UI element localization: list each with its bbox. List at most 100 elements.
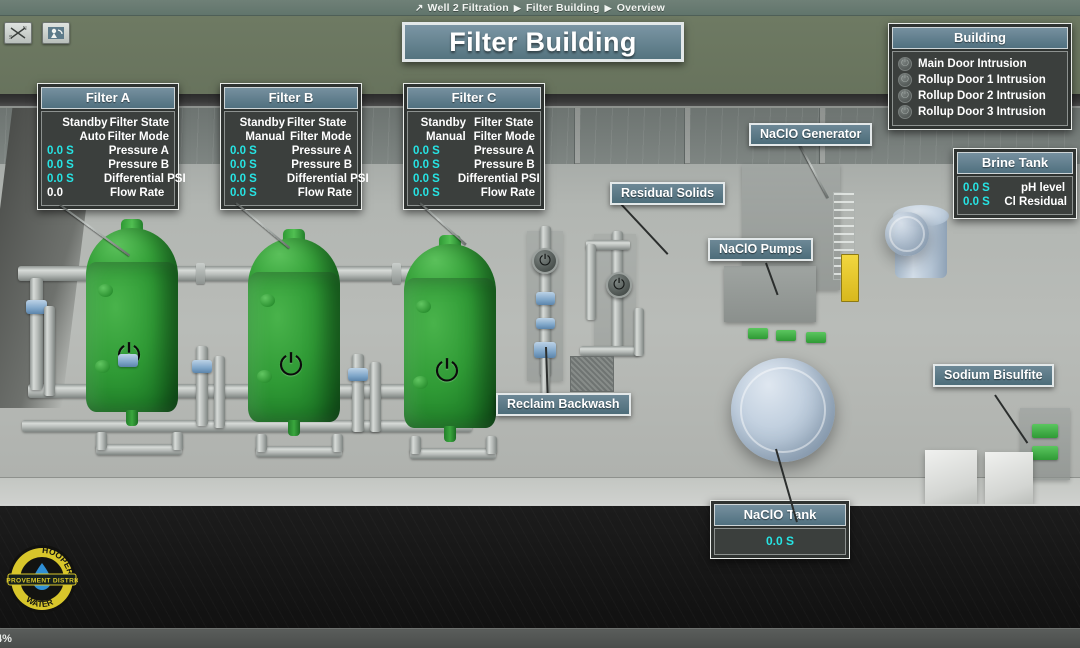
filter-c-vessel[interactable]: ⏻ xyxy=(404,235,496,442)
pan-tool-button[interactable] xyxy=(42,22,70,44)
page-title-text: Filter Building xyxy=(449,26,637,57)
filter-a-state-value: Standby xyxy=(62,117,108,129)
naclo-tank-value-box: 0.0 S xyxy=(714,528,846,555)
loop-pipe xyxy=(256,434,267,452)
drop-leg-pipe xyxy=(214,356,225,428)
filter-c-power-button[interactable]: ⏻ xyxy=(432,357,462,387)
svg-text:N: N xyxy=(23,26,27,32)
vessel-port xyxy=(415,300,431,313)
filter-c-pressure-a-label: Pressure A xyxy=(474,145,535,157)
table-row: 0.0 S Pressure A xyxy=(413,144,535,158)
equipment-enclosure[interactable] xyxy=(925,450,977,504)
filter-b-differential-value: 0.0 S xyxy=(230,173,257,185)
organization-logo: HOOPER WATER IMPROVEMENT DISTRICT xyxy=(0,543,85,615)
breadcrumb[interactable]: ↗ Well 2 Filtration ▶ Filter Building ▶ Overv… xyxy=(415,2,665,14)
table-row: 0.0 S Pressure A xyxy=(230,144,352,158)
table-row: Standby Filter State xyxy=(230,116,352,130)
filter-c-pressure-b-value: 0.0 S xyxy=(413,159,440,171)
filter-b-pressure-b-value: 0.0 S xyxy=(230,159,257,171)
filter-a-panel-title: Filter A xyxy=(41,87,175,109)
filter-c-differential-value: 0.0 S xyxy=(413,173,440,185)
power-status-icon: ⏻ xyxy=(898,105,912,119)
tag-sodium-bisulfite[interactable]: Sodium Bisulfite xyxy=(933,364,1054,387)
pipe-flange xyxy=(196,263,205,284)
building-alarm-panel[interactable]: Building ⏻ Main Door Intrusion ⏻ Rollup … xyxy=(888,23,1072,130)
naclo-pump[interactable] xyxy=(748,328,768,339)
list-item[interactable]: ⏻ Main Door Intrusion xyxy=(898,56,1062,72)
filter-b-vessel[interactable]: ⏻ xyxy=(248,229,340,436)
naclo-generator-cabinet[interactable] xyxy=(841,254,859,302)
tag-naclo-pumps[interactable]: NaClO Pumps xyxy=(708,238,814,261)
equipment-enclosure[interactable] xyxy=(985,452,1033,504)
filter-c-flow-value: 0.0 S xyxy=(413,187,440,199)
svg-text:S: S xyxy=(9,35,13,41)
alarm-label-rollup-3: Rollup Door 3 Intrusion xyxy=(918,106,1046,118)
naclo-storage-tank[interactable] xyxy=(731,358,835,462)
list-item[interactable]: ⏻ Rollup Door 3 Intrusion xyxy=(898,104,1062,120)
sodium-bisulfite-pump[interactable] xyxy=(1032,446,1058,460)
isolation-valve[interactable] xyxy=(118,354,138,367)
filter-b-pressure-a-label: Pressure A xyxy=(291,145,352,157)
table-row: 0.0 S Pressure B xyxy=(230,158,352,172)
drop-leg-pipe xyxy=(352,354,364,432)
process-pipe xyxy=(586,244,596,320)
filter-b-flow-value: 0.0 S xyxy=(230,187,257,199)
table-row: Auto Filter Mode xyxy=(47,130,169,144)
list-item[interactable]: ⏻ Rollup Door 2 Intrusion xyxy=(898,88,1062,104)
residual-solids-valve-button[interactable]: ⏻ xyxy=(532,248,558,274)
filter-c-panel-body: Standby Filter State Manual Filter Mode … xyxy=(407,111,541,206)
vessel-bottom-nozzle xyxy=(444,426,456,442)
isolation-valve[interactable] xyxy=(192,360,212,373)
vessel-port xyxy=(97,284,113,297)
naclo-pump[interactable] xyxy=(806,332,826,343)
loop-pipe xyxy=(172,432,183,450)
tag-naclo-generator[interactable]: NaClO Generator xyxy=(749,123,873,146)
filter-c-panel[interactable]: Filter C Standby Filter State Manual Fil… xyxy=(403,83,545,210)
filter-a-panel[interactable]: Filter A Standby Filter State Auto Filte… xyxy=(37,83,186,210)
compass-icon: N S xyxy=(9,26,27,41)
table-row: 0.0 S Flow Rate xyxy=(413,186,535,200)
roof-panel xyxy=(580,108,685,164)
svg-text:IMPROVEMENT DISTRICT: IMPROVEMENT DISTRICT xyxy=(6,577,78,584)
breadcrumb-item-0[interactable]: Well 2 Filtration xyxy=(428,2,509,14)
list-item[interactable]: ⏻ Rollup Door 1 Intrusion xyxy=(898,72,1062,88)
ph-level-label: pH level xyxy=(1021,182,1066,194)
table-row: 0.0 S Flow Rate xyxy=(230,186,352,200)
isolation-valve[interactable] xyxy=(536,292,555,305)
breadcrumb-separator-icon: ▶ xyxy=(604,2,612,13)
isolation-valve[interactable] xyxy=(348,368,368,381)
filter-c-mode-value: Manual xyxy=(426,131,466,143)
filter-a-vessel[interactable]: ⏻ xyxy=(86,219,178,426)
breadcrumb-item-2[interactable]: Overview xyxy=(617,2,665,14)
navigation-compass-button[interactable]: N S xyxy=(4,22,32,44)
loop-pipe xyxy=(410,436,421,454)
process-pipe xyxy=(580,346,640,356)
filter-b-power-button[interactable]: ⏻ xyxy=(276,351,306,381)
filter-c-pressure-a-value: 0.0 S xyxy=(413,145,440,157)
naclo-tank-panel[interactable]: NaClO Tank 0.0 S xyxy=(710,500,850,559)
brine-tank-panel[interactable]: Brine Tank 0.0 S pH level 0.0 S Cl Resid… xyxy=(953,148,1077,219)
breadcrumb-separator-icon: ▶ xyxy=(513,2,522,13)
alarm-label-main-door: Main Door Intrusion xyxy=(918,58,1027,70)
zoom-level-indicator: 4% xyxy=(0,632,12,645)
filter-a-flow-label: Flow Rate xyxy=(110,187,165,199)
table-row: 0.0 S Differential PSI xyxy=(413,172,540,186)
building-panel-body: ⏻ Main Door Intrusion ⏻ Rollup Door 1 In… xyxy=(892,51,1068,126)
page-title: Filter Building xyxy=(402,22,684,62)
breadcrumb-item-1[interactable]: Filter Building xyxy=(526,2,600,14)
tag-reclaim-backwash[interactable]: Reclaim Backwash xyxy=(496,393,631,416)
filter-a-pressure-a-value: 0.0 S xyxy=(47,145,74,157)
vessel-port xyxy=(259,294,275,307)
table-row: 0.0 S Differential PSI xyxy=(230,172,369,186)
filter-b-panel[interactable]: Filter B Standby Filter State Manual Fil… xyxy=(220,83,369,210)
sodium-bisulfite-pump[interactable] xyxy=(1032,424,1058,438)
naclo-pump[interactable] xyxy=(776,330,796,341)
process-pipe xyxy=(634,308,644,356)
loop-pipe xyxy=(96,432,107,450)
process-valve-button[interactable]: ⏻ xyxy=(606,272,632,298)
cl-residual-label: Cl Residual xyxy=(1004,196,1067,208)
table-row: 0.0 S Pressure A xyxy=(47,144,169,158)
tag-residual-solids[interactable]: Residual Solids xyxy=(610,182,726,205)
isolation-valve[interactable] xyxy=(536,318,555,329)
status-bar: 4% xyxy=(0,628,1080,648)
